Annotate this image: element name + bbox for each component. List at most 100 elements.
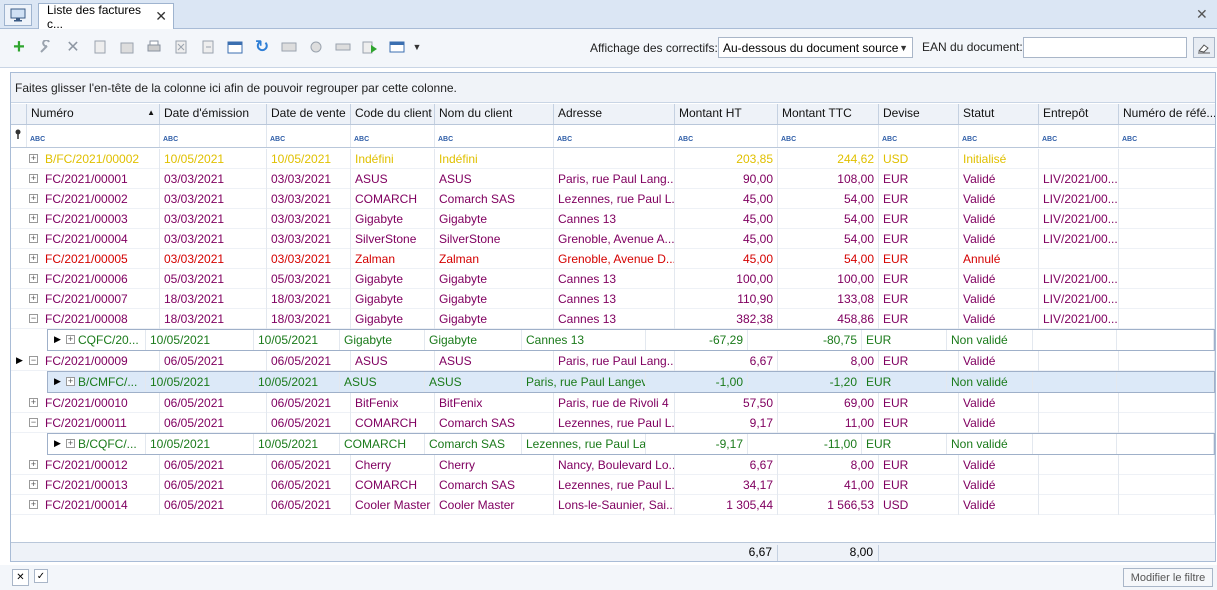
cell-vente[interactable]: 10/05/2021 — [254, 372, 340, 392]
cell-emission[interactable]: 03/03/2021 — [160, 229, 267, 249]
cell-code[interactable]: COMARCH — [351, 475, 435, 495]
view-options-icon[interactable] — [387, 37, 407, 57]
cell-entrepot[interactable] — [1039, 455, 1119, 475]
cell-entrepot[interactable]: LIV/2021/00... — [1039, 189, 1119, 209]
cell-ht[interactable]: 90,00 — [675, 169, 778, 189]
expand-icon[interactable]: + — [29, 480, 38, 489]
cell-ht[interactable]: 203,85 — [675, 149, 778, 169]
cell-devise[interactable]: EUR — [879, 393, 959, 413]
correction-row[interactable]: ▶ + B/CMFC/... 10/05/2021 10/05/2021 ASUS ASUS… — [47, 371, 1215, 393]
cell-devise[interactable]: EUR — [879, 229, 959, 249]
invoice-row[interactable]: + FC/2021/00005 03/03/2021 03/03/2021 Zalman… — [11, 249, 1215, 269]
cell-entrepot[interactable] — [1039, 475, 1119, 495]
cell-vente[interactable]: 03/03/2021 — [267, 169, 351, 189]
cell-adresse[interactable] — [554, 149, 675, 169]
cell-entrepot[interactable] — [1039, 393, 1119, 413]
cell-ref[interactable] — [1119, 455, 1215, 475]
cell-devise[interactable]: USD — [879, 495, 959, 515]
cell-entrepot[interactable] — [1033, 330, 1117, 350]
cell-statut[interactable]: Validé — [959, 455, 1039, 475]
cell-num[interactable]: FC/2021/00007 — [41, 289, 160, 309]
cell-vente[interactable]: 06/05/2021 — [267, 351, 351, 371]
cell-statut[interactable]: Validé — [959, 189, 1039, 209]
cell-emission[interactable]: 06/05/2021 — [160, 475, 267, 495]
cell-devise[interactable]: EUR — [879, 209, 959, 229]
cell-emission[interactable]: 06/05/2021 — [160, 393, 267, 413]
cell-statut[interactable]: Validé — [959, 413, 1039, 433]
cell-ref[interactable] — [1119, 249, 1215, 269]
print-icon[interactable] — [144, 37, 164, 57]
cell-nom[interactable]: Comarch SAS — [435, 413, 554, 433]
cell-code[interactable]: Indéfini — [351, 149, 435, 169]
cell-ttc[interactable]: 11,00 — [778, 413, 879, 433]
cell-num[interactable]: B/CMFC/... — [74, 372, 146, 392]
expand-icon[interactable]: + — [29, 254, 38, 263]
correction-row[interactable]: ▶ + CQFC/20... 10/05/2021 10/05/2021 Gigabyte… — [47, 329, 1215, 351]
column-header-adresse[interactable]: Adresse — [554, 104, 675, 124]
cell-num[interactable]: FC/2021/00002 — [41, 189, 160, 209]
chevron-down-icon[interactable]: ▼ — [407, 37, 427, 57]
calendar-icon[interactable] — [225, 37, 245, 57]
cell-ref[interactable] — [1119, 475, 1215, 495]
cell-emission[interactable]: 18/03/2021 — [160, 309, 267, 329]
cell-nom[interactable]: Cooler Master — [435, 495, 554, 515]
cell-vente[interactable]: 18/03/2021 — [267, 289, 351, 309]
cell-emission[interactable]: 10/05/2021 — [160, 149, 267, 169]
cell-devise[interactable]: EUR — [879, 351, 959, 371]
filter-cell-date-vente[interactable]: ABC — [267, 125, 351, 147]
cell-num[interactable]: FC/2021/00004 — [41, 229, 160, 249]
expand-icon[interactable]: + — [29, 398, 38, 407]
cell-ht[interactable]: 45,00 — [675, 209, 778, 229]
invoice-row[interactable]: + FC/2021/00014 06/05/2021 06/05/2021 Cooler… — [11, 495, 1215, 515]
cell-code[interactable]: Cherry — [351, 455, 435, 475]
cell-ttc[interactable]: 54,00 — [778, 249, 879, 269]
cell-ttc[interactable]: 458,86 — [778, 309, 879, 329]
column-header-statut[interactable]: Statut — [959, 104, 1039, 124]
cell-statut[interactable]: Validé — [959, 289, 1039, 309]
filter-cell-devise[interactable]: ABC — [879, 125, 959, 147]
link-icon[interactable] — [333, 37, 353, 57]
cell-ht[interactable]: 57,50 — [675, 393, 778, 413]
cell-num[interactable]: FC/2021/00006 — [41, 269, 160, 289]
cell-num[interactable]: FC/2021/00009 — [41, 351, 160, 371]
cell-adresse[interactable]: Lezennes, rue Paul La... — [522, 434, 646, 454]
cell-ttc[interactable]: 8,00 — [778, 455, 879, 475]
cell-entrepot[interactable] — [1033, 434, 1117, 454]
cell-ht[interactable]: -67,29 — [646, 330, 748, 350]
cell-vente[interactable]: 03/03/2021 — [267, 189, 351, 209]
cell-ref[interactable] — [1117, 434, 1214, 454]
cell-adresse[interactable]: Grenoble, Avenue D... — [554, 249, 675, 269]
cell-ref[interactable] — [1117, 372, 1214, 392]
cell-ht[interactable]: -1,00 — [646, 372, 748, 392]
invoice-row[interactable]: + FC/2021/00006 05/03/2021 05/03/2021 Gigaby… — [11, 269, 1215, 289]
cell-code[interactable]: ASUS — [351, 169, 435, 189]
column-header-numero-reference[interactable]: Numéro de réfé... — [1119, 104, 1215, 124]
cell-adresse[interactable]: Nancy, Boulevard Lo... — [554, 455, 675, 475]
cell-num[interactable]: FC/2021/00003 — [41, 209, 160, 229]
cell-statut[interactable]: Validé — [959, 495, 1039, 515]
cell-devise[interactable]: EUR — [879, 249, 959, 269]
cell-ttc[interactable]: 54,00 — [778, 209, 879, 229]
cell-vente[interactable]: 03/03/2021 — [267, 209, 351, 229]
cell-entrepot[interactable] — [1039, 149, 1119, 169]
cell-code[interactable]: Gigabyte — [351, 269, 435, 289]
cell-devise[interactable]: EUR — [879, 169, 959, 189]
cell-statut[interactable]: Validé — [959, 475, 1039, 495]
filter-cell-numero-reference[interactable]: ABC — [1119, 125, 1215, 147]
cell-devise[interactable]: EUR — [879, 455, 959, 475]
cell-num[interactable]: FC/2021/00008 — [41, 309, 160, 329]
cell-entrepot[interactable] — [1039, 351, 1119, 371]
column-header-montant-ttc[interactable]: Montant TTC — [778, 104, 879, 124]
cell-num[interactable]: CQFC/20... — [74, 330, 146, 350]
cell-adresse[interactable]: Cannes 13 — [522, 330, 646, 350]
cell-statut[interactable]: Non validé — [947, 372, 1033, 392]
monitor-icon[interactable] — [4, 4, 32, 26]
cell-statut[interactable]: Validé — [959, 351, 1039, 371]
cell-emission[interactable]: 03/03/2021 — [160, 169, 267, 189]
cell-nom[interactable]: ASUS — [435, 351, 554, 371]
cell-statut[interactable]: Initialisé — [959, 149, 1039, 169]
cell-entrepot[interactable] — [1039, 495, 1119, 515]
cell-code[interactable]: BitFenix — [351, 393, 435, 413]
tab-invoice-list[interactable]: Liste des factures c... ✕ — [38, 3, 174, 31]
cell-nom[interactable]: Cherry — [435, 455, 554, 475]
